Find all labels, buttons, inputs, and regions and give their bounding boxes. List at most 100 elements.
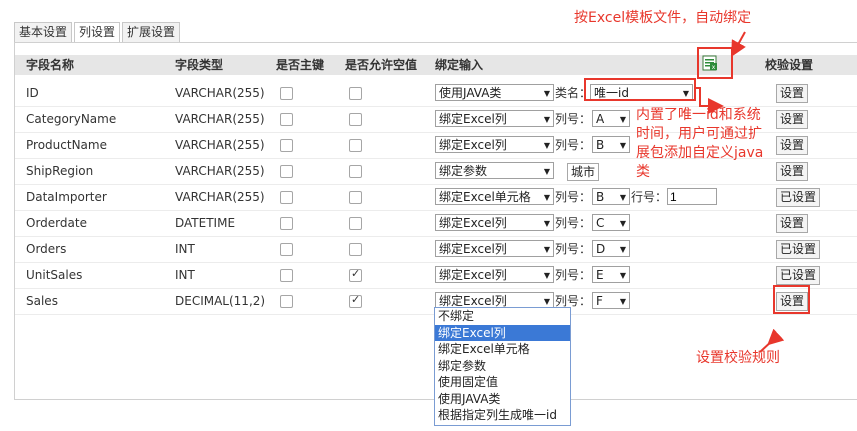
annotation-validation-rules: 设置校验规则: [696, 350, 780, 366]
annotation-line: 展包添加自定义java: [636, 145, 764, 161]
column-letter-select[interactable]: A ▼: [592, 110, 630, 127]
bind-type-select[interactable]: 使用JAVA类 ▼: [435, 84, 554, 101]
parameter-value: 城市: [571, 165, 596, 179]
field-name: Sales: [26, 294, 58, 308]
table-row: Orders INT 绑定Excel列 ▼ 列号： D ▼ 已设置: [15, 237, 857, 263]
dropdown-option[interactable]: 使用JAVA类: [435, 391, 570, 408]
bind-type-select[interactable]: 绑定Excel列 ▼: [435, 240, 554, 257]
header-primary-key: 是否主键: [276, 58, 325, 72]
dropdown-option[interactable]: 使用固定值: [435, 374, 570, 391]
nullable-checkbox[interactable]: [349, 217, 362, 230]
nullable-checkbox[interactable]: [349, 165, 362, 178]
field-type: VARCHAR(255): [175, 138, 265, 152]
validate-button-highlight: [773, 285, 810, 314]
column-letter-value: D: [596, 242, 606, 256]
tab-1[interactable]: 列设置: [74, 22, 121, 43]
bind-type-dropdown-menu[interactable]: 不绑定 绑定Excel列 绑定Excel单元格 绑定参数 使用固定值 使用JAVA类 根据指…: [434, 307, 571, 426]
row-number-label: 行号：: [631, 190, 668, 204]
table-row: UnitSalesINT绑定Excel列▼列号：E▼已设置: [15, 263, 857, 289]
column-letter-value: B: [596, 190, 605, 204]
chevron-down-icon: ▼: [619, 219, 626, 228]
nullable-checkbox[interactable]: [349, 267, 362, 282]
tab-0[interactable]: 基本设置: [14, 22, 73, 42]
column-letter-value: C: [596, 216, 605, 230]
column-letter-select[interactable]: C ▼: [592, 214, 630, 231]
field-type: VARCHAR(255): [175, 112, 265, 126]
field-name: DataImporter: [26, 190, 107, 204]
field-name: CategoryName: [26, 112, 117, 126]
column-letter-select[interactable]: B ▼: [592, 136, 630, 153]
column-letter-value: A: [596, 112, 605, 126]
nullable-checkbox[interactable]: [349, 293, 362, 308]
chevron-down-icon: ▼: [619, 297, 626, 306]
bind-type-value: 绑定Excel单元格: [439, 190, 531, 204]
primary-key-checkbox[interactable]: [280, 165, 293, 178]
dropdown-option[interactable]: 不绑定: [435, 308, 570, 325]
validation-settings-button[interactable]: 已设置: [776, 266, 821, 285]
column-letter-select[interactable]: E ▼: [592, 266, 630, 283]
field-name: ShipRegion: [26, 164, 94, 178]
chevron-down-icon: ▼: [543, 115, 550, 124]
validation-settings-button[interactable]: 已设置: [776, 188, 821, 207]
excel-icon-highlight: [697, 47, 733, 79]
bind-type-select[interactable]: 绑定参数 ▼: [435, 162, 554, 179]
bind-type-select[interactable]: 绑定Excel列 ▼: [435, 266, 554, 283]
nullable-checkbox[interactable]: [349, 243, 362, 256]
row-number-input[interactable]: [667, 188, 717, 205]
dropdown-option[interactable]: 绑定参数: [435, 358, 570, 375]
primary-key-checkbox[interactable]: [280, 139, 293, 152]
bind-type-select[interactable]: 绑定Excel列 ▼: [435, 136, 554, 153]
validation-settings-button[interactable]: 设置: [776, 110, 809, 129]
field-name: Orders: [26, 242, 67, 256]
validation-button-label: 已设置: [780, 190, 817, 204]
field-name: Orderdate: [26, 216, 87, 230]
column-letter-select[interactable]: B ▼: [592, 188, 630, 205]
column-letter-select[interactable]: D ▼: [592, 240, 630, 257]
nullable-checkbox[interactable]: [349, 139, 362, 152]
header-field-name: 字段名称: [26, 58, 75, 72]
header-validation: 校验设置: [765, 58, 814, 72]
extra-label: 列号：: [555, 112, 592, 126]
chevron-down-icon: ▼: [543, 271, 550, 280]
bind-type-select[interactable]: 绑定Excel单元格 ▼: [435, 188, 554, 205]
primary-key-checkbox[interactable]: [280, 87, 293, 100]
tab-2[interactable]: 扩展设置: [122, 22, 181, 42]
extra-label: 列号：: [555, 268, 592, 282]
primary-key-checkbox[interactable]: [280, 113, 293, 126]
field-name: ProductName: [26, 138, 107, 152]
extra-label: 列号：: [555, 190, 592, 204]
annotation-line: 时间，用户可通过扩: [636, 126, 762, 142]
nullable-checkbox[interactable]: [349, 191, 362, 204]
field-type: INT: [175, 268, 195, 282]
dropdown-option[interactable]: 绑定Excel列: [435, 324, 570, 341]
validation-settings-button[interactable]: 设置: [776, 136, 809, 155]
validation-settings-button[interactable]: 设置: [776, 84, 809, 103]
validation-button-label: 设置: [780, 164, 805, 178]
nullable-checkbox[interactable]: [349, 113, 362, 126]
primary-key-checkbox[interactable]: [280, 217, 293, 230]
validation-button-label: 设置: [780, 112, 805, 126]
parameter-field[interactable]: 城市: [567, 163, 600, 181]
nullable-checkbox[interactable]: [349, 87, 362, 100]
bind-type-select[interactable]: 绑定Excel列 ▼: [435, 214, 554, 231]
primary-key-checkbox[interactable]: [280, 243, 293, 256]
chevron-down-icon: ▼: [619, 141, 626, 150]
primary-key-checkbox[interactable]: [280, 295, 293, 308]
validation-settings-button[interactable]: 已设置: [776, 240, 821, 259]
field-type: DATETIME: [175, 216, 236, 230]
table-row: ID VARCHAR(255) 使用JAVA类 ▼ 类名： 唯一id ▼ 设置: [15, 81, 857, 107]
validation-settings-button[interactable]: 设置: [776, 214, 809, 233]
chevron-down-icon: ▼: [543, 167, 550, 176]
chevron-down-icon: ▼: [543, 245, 550, 254]
dropdown-option[interactable]: 绑定Excel单元格: [435, 341, 570, 358]
column-letter-select[interactable]: F ▼: [592, 292, 630, 309]
bind-type-select[interactable]: 绑定Excel列 ▼: [435, 110, 554, 127]
validation-settings-button[interactable]: 设置: [776, 162, 809, 181]
primary-key-checkbox[interactable]: [280, 269, 293, 282]
primary-key-checkbox[interactable]: [280, 191, 293, 204]
bind-type-value: 绑定Excel列: [439, 112, 507, 126]
table-row: DataImporter VARCHAR(255) 绑定Excel单元格 ▼ 列号： B ▼…: [15, 185, 857, 211]
dropdown-option[interactable]: 根据指定列生成唯一id: [435, 407, 570, 424]
chevron-down-icon: ▼: [543, 193, 550, 202]
extra-label: 列号：: [555, 216, 592, 230]
